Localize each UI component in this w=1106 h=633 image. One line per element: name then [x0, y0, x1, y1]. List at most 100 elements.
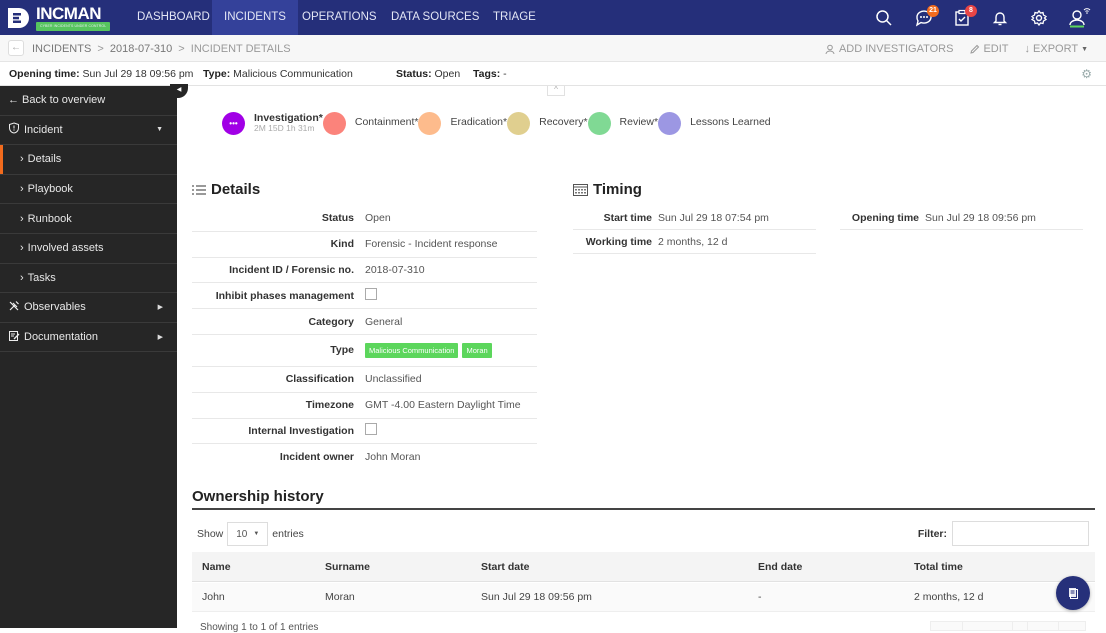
- notes-icon: [1069, 588, 1078, 599]
- sidebar-item-label: Details: [27, 153, 62, 166]
- summary-opening-time: Opening time: Sun Jul 29 18 09:56 pm: [9, 68, 194, 80]
- back-arrow-button[interactable]: ←: [8, 40, 24, 56]
- phase-stepper: ••• Investigation* 2M 15D 1h 31m Contain…: [222, 110, 771, 136]
- clipboard-check-icon[interactable]: 8: [952, 5, 977, 28]
- edit-button[interactable]: EDIT: [969, 43, 1009, 55]
- sidebar-item-playbook[interactable]: › Playbook: [0, 175, 177, 205]
- user-icon[interactable]: [1067, 8, 1091, 28]
- sidebar-item-label: Tasks: [27, 271, 56, 284]
- incident-summary-bar: Opening time: Sun Jul 29 18 09:56 pm Typ…: [0, 62, 1106, 86]
- sidebar-item-runbook[interactable]: › Runbook: [0, 204, 177, 234]
- filter-input[interactable]: [952, 521, 1089, 546]
- sidebar-item-details[interactable]: › Details: [0, 145, 177, 175]
- pagination-next[interactable]: [1028, 622, 1059, 630]
- entries-length-control: Show 10 ▼ entries: [197, 522, 304, 546]
- sidebar-item-label: Runbook: [27, 212, 72, 225]
- sidebar-item-documentation[interactable]: Documentation ▶: [0, 323, 177, 353]
- logo-mark-icon: [8, 8, 29, 28]
- sidebar-item-label: Observables: [24, 301, 86, 314]
- inhibit-phases-checkbox[interactable]: [365, 288, 377, 301]
- details-table: Status Open Kind Forensic - Incident respo…: [192, 206, 537, 470]
- phase-name: Eradication*: [450, 116, 508, 129]
- type-tag: Moran: [462, 342, 492, 358]
- timing-working-time: Working time 2 months, 12 d: [573, 230, 816, 254]
- phase-dot: •••: [222, 111, 245, 135]
- column-header-end-date[interactable]: End date: [758, 552, 802, 581]
- bell-icon[interactable]: [990, 8, 1010, 28]
- internal-investigation-checkbox[interactable]: [365, 423, 377, 436]
- chat-icon[interactable]: 21: [914, 5, 939, 28]
- breadcrumb-incidents[interactable]: INCIDENTS: [32, 43, 91, 55]
- breadcrumb-incident-id[interactable]: 2018-07-310: [110, 43, 172, 55]
- pagination-previous[interactable]: [963, 622, 1013, 630]
- breadcrumb-current: INCIDENT DETAILS: [190, 43, 291, 55]
- timing-heading: Timing: [573, 181, 642, 198]
- type-tag: Malicious Communication: [365, 342, 459, 358]
- document-edit-icon: [8, 330, 20, 345]
- messages-badge: 21: [927, 5, 939, 17]
- phase-recovery[interactable]: Recovery*: [507, 111, 588, 135]
- arrow-down-icon: ↓: [1024, 43, 1031, 55]
- gear-icon[interactable]: [1029, 8, 1049, 28]
- cell-surname: Moran: [325, 591, 355, 603]
- table-row: John Moran Sun Jul 29 18 09:56 pm - 2 mo…: [192, 583, 1095, 612]
- chevron-right-icon: ›: [20, 153, 24, 166]
- phase-review[interactable]: Review*: [587, 111, 658, 135]
- sidebar-item-involved-assets[interactable]: › Involved assets: [0, 234, 177, 264]
- phase-name: Recovery*: [539, 116, 588, 129]
- phase-eradication[interactable]: Eradication*: [418, 111, 508, 135]
- nav-data-sources[interactable]: DATA SOURCES: [379, 0, 491, 35]
- caret-right-icon: ▶: [157, 304, 163, 312]
- summary-type: Type: Malicious Communication: [203, 68, 353, 80]
- pagination-first[interactable]: [931, 622, 963, 630]
- detail-row-internal-investigation: Internal Investigation: [192, 419, 537, 445]
- floating-notes-button[interactable]: [1056, 576, 1090, 610]
- nav-dashboard[interactable]: DASHBOARD: [125, 0, 222, 35]
- phase-dot: [587, 111, 611, 135]
- sidebar-item-observables[interactable]: Observables ▶: [0, 293, 177, 323]
- pagination: [930, 621, 1086, 631]
- caret-down-icon: ▼: [156, 126, 163, 134]
- chevron-right-icon: ›: [20, 183, 24, 196]
- pagination-page-1[interactable]: [1013, 622, 1028, 630]
- nav-triage[interactable]: TRIAGE: [481, 0, 548, 35]
- cell-start-date: Sun Jul 29 18 09:56 pm: [481, 591, 592, 603]
- pencil-icon: [970, 44, 980, 54]
- sidebar-item-incident[interactable]: Incident ▼: [0, 116, 177, 146]
- cell-end-date: -: [758, 591, 762, 603]
- detail-row-timezone: Timezone GMT -4.00 Eastern Daylight Time: [192, 393, 537, 419]
- incman-logo[interactable]: INCMAN CYBER INCIDENTS UNDER CONTROL: [6, 3, 114, 32]
- summary-tags: Tags: -: [473, 68, 507, 80]
- nav-incidents[interactable]: INCIDENTS: [212, 0, 298, 35]
- column-header-name[interactable]: Name: [202, 552, 231, 581]
- search-icon[interactable]: [874, 8, 894, 28]
- logo-tagline: CYBER INCIDENTS UNDER CONTROL: [36, 21, 111, 32]
- phase-name: Containment*: [354, 116, 419, 129]
- column-header-start-date[interactable]: Start date: [481, 552, 529, 581]
- sidebar: ← Back to overview Incident ▼ › Details …: [0, 86, 177, 628]
- sidebar-collapse-toggle[interactable]: ◀: [170, 84, 188, 98]
- cell-name: John: [202, 591, 225, 603]
- nav-operations[interactable]: OPERATIONS: [290, 0, 389, 35]
- pagination-last[interactable]: [1059, 622, 1085, 630]
- tasks-badge: 8: [965, 5, 977, 17]
- collapse-summary-chevron-up-icon[interactable]: ^: [547, 86, 565, 96]
- sidebar-item-tasks[interactable]: › Tasks: [0, 264, 177, 294]
- column-header-total-time[interactable]: Total time: [914, 552, 963, 581]
- export-dropdown[interactable]: ↓ EXPORT ▼: [1025, 43, 1088, 55]
- page-actions: ADD INVESTIGATORS EDIT ↓ EXPORT ▼: [825, 43, 1088, 55]
- summary-settings-gear-icon[interactable]: ⚙: [1081, 67, 1092, 81]
- ownership-history-heading: Ownership history: [192, 488, 324, 505]
- phase-containment[interactable]: Containment*: [322, 111, 419, 135]
- detail-row-type: Type Malicious Communication Moran: [192, 335, 537, 367]
- add-investigators-button[interactable]: ADD INVESTIGATORS: [825, 43, 953, 55]
- phase-lessons-learned[interactable]: Lessons Learned: [658, 111, 771, 135]
- entries-select[interactable]: 10 ▼: [227, 522, 269, 546]
- phase-time: 2M 15D 1h 31m: [254, 123, 315, 134]
- sidebar-back-to-overview[interactable]: ← Back to overview: [0, 86, 177, 116]
- column-header-surname[interactable]: Surname: [325, 552, 370, 581]
- caret-right-icon: ▶: [157, 334, 163, 342]
- logo-brand: INCMAN: [36, 3, 102, 23]
- detail-row-kind: Kind Forensic - Incident response: [192, 232, 537, 258]
- phase-investigation[interactable]: ••• Investigation* 2M 15D 1h 31m: [222, 111, 323, 135]
